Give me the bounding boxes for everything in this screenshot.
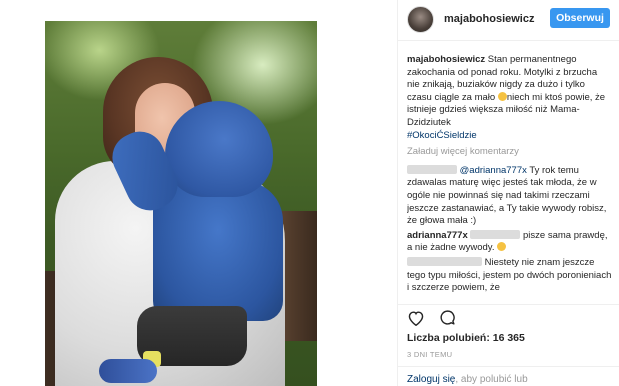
post-timestamp: 3 DNI TEMU — [407, 350, 453, 359]
actions-divider — [398, 304, 619, 305]
header-divider — [398, 40, 619, 41]
hidden-username — [407, 164, 457, 174]
comment-icon[interactable] — [439, 309, 456, 331]
hidden-username — [470, 229, 521, 239]
wink-emoji-icon — [497, 242, 507, 252]
caption-hashtag[interactable]: #OkociĆSieldzie — [407, 130, 612, 143]
follow-button[interactable]: Obserwuj — [550, 8, 610, 28]
comment-item: Niestety nie znam jeszcze tego typu miło… — [407, 256, 612, 295]
load-more-comments[interactable]: Załaduj więcej komentarzy — [407, 146, 612, 159]
heart-icon[interactable] — [407, 310, 425, 331]
comment-item: adrianna777x pisze sama prawdę, a nie ża… — [407, 229, 612, 255]
comment-item: @adrianna777x Ty rok temu zdawalas matur… — [407, 164, 612, 228]
post-actions — [407, 309, 456, 331]
comment-username[interactable]: adrianna777x — [407, 230, 468, 241]
avatar[interactable] — [407, 5, 434, 33]
likes-count[interactable]: Liczba polubień: 16 365 — [407, 332, 525, 344]
login-text: , aby polubić lub — [455, 374, 528, 385]
login-link[interactable]: Zaloguj się — [407, 374, 455, 385]
caption-username[interactable]: majabohosiewicz — [407, 54, 485, 65]
grin-emoji-icon — [497, 91, 507, 101]
photo-child-jacket — [153, 181, 283, 321]
comment-mention[interactable]: @adrianna777x — [460, 165, 527, 176]
panel-divider — [397, 0, 398, 386]
photo-child-hood — [165, 101, 273, 197]
photo-child-shoe — [99, 359, 157, 383]
login-prompt: Zaloguj się, aby polubić lub — [407, 374, 528, 385]
hidden-username — [407, 256, 482, 266]
post-header: majabohosiewicz Obserwuj — [407, 4, 619, 34]
caption: majabohosiewicz Stan permanentnego zakoc… — [407, 54, 612, 142]
post-photo[interactable] — [45, 21, 317, 386]
footer-divider — [398, 366, 619, 367]
header-username[interactable]: majabohosiewicz — [444, 13, 534, 25]
comments-section: majabohosiewicz Stan permanentnego zakoc… — [407, 54, 612, 304]
